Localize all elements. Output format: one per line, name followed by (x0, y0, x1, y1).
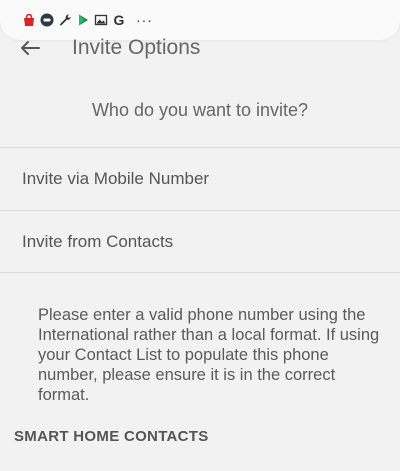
more-icon: ··· (136, 12, 153, 28)
phone-format-info: Please enter a valid phone number using … (38, 306, 380, 404)
section-header-smart-home-contacts: SMART HOME CONTACTS (14, 428, 209, 445)
invite-from-contacts-option[interactable]: Invite from Contacts (0, 211, 400, 273)
tile-icon (40, 13, 54, 27)
google-icon: G (113, 12, 125, 28)
image-icon (94, 13, 108, 27)
invite-mobile-number-option[interactable]: Invite via Mobile Number (0, 148, 400, 210)
option-label: Invite via Mobile Number (22, 169, 210, 188)
back-button[interactable] (16, 38, 44, 62)
divider (0, 272, 400, 273)
option-label: Invite from Contacts (22, 232, 174, 251)
page-title: Invite Options (72, 36, 201, 59)
shopping-bag-icon (22, 13, 36, 27)
wrench-icon (58, 13, 72, 27)
invite-prompt: Who do you want to invite? (91, 100, 309, 120)
arrow-left-icon (19, 40, 41, 61)
app-header: Invite Options (0, 32, 400, 68)
play-store-icon (76, 13, 90, 27)
